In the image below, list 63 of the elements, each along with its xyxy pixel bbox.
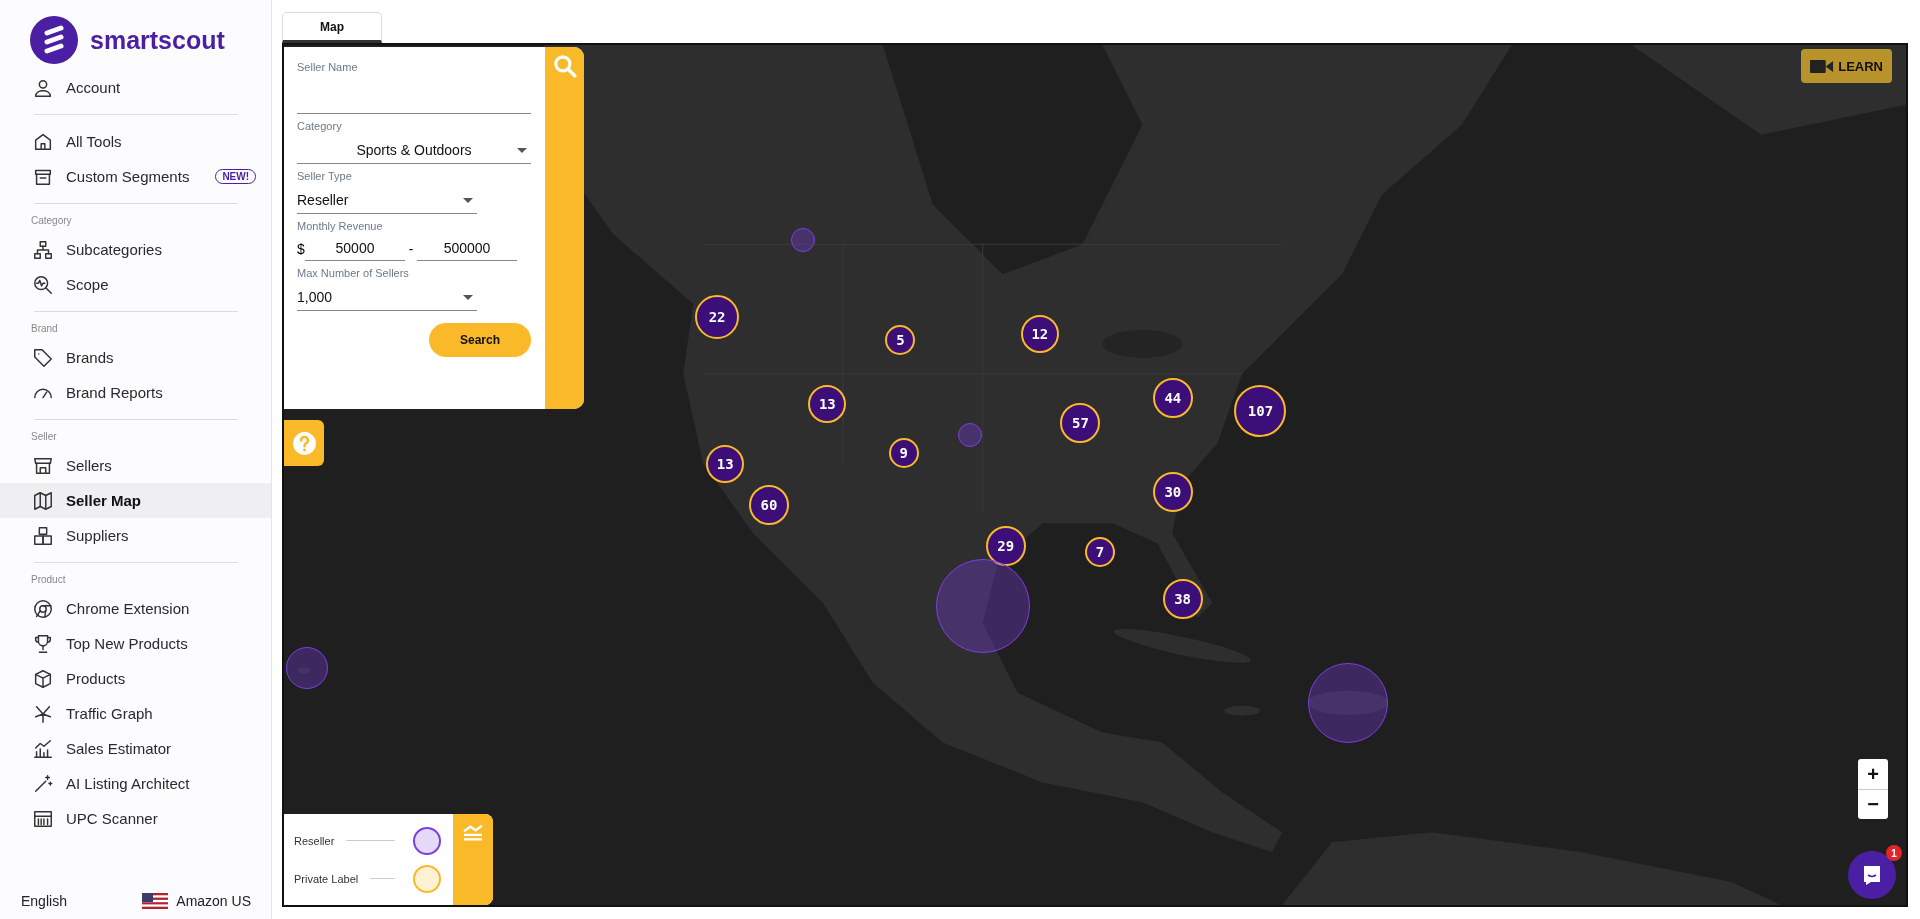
chart-icon (32, 737, 54, 760)
hierarchy-icon (32, 238, 54, 261)
field-label: Seller Name (297, 61, 359, 73)
nav-item[interactable]: All Tools (0, 124, 271, 159)
seller-marker[interactable] (958, 422, 983, 447)
section-heading: Product (30, 573, 67, 587)
category-select[interactable]: Sports & Outdoors (297, 136, 531, 164)
search-button[interactable]: Search (429, 323, 531, 357)
boxes-icon (32, 524, 54, 547)
min-revenue-field[interactable]: 50000 (305, 236, 405, 261)
help-icon (291, 430, 317, 456)
field-label: Category (297, 120, 343, 132)
cube-icon (32, 667, 54, 690)
nav-item[interactable]: Suppliers (0, 518, 271, 553)
wand-icon (32, 772, 54, 795)
max-revenue-field[interactable]: 500000 (417, 236, 517, 261)
nav-item[interactable]: Scope (0, 267, 271, 302)
section-heading: Seller (30, 430, 58, 444)
nav-item[interactable]: Brand Reports (0, 375, 271, 410)
logo-icon (30, 16, 78, 64)
search-icon (32, 273, 54, 296)
learn-button[interactable]: LEARN (1801, 49, 1892, 83)
nav-item[interactable]: Sales Estimator (0, 731, 271, 766)
map-tab[interactable]: Map (282, 12, 382, 43)
seller-marker[interactable] (791, 228, 816, 253)
marketplace-link[interactable]: Amazon US (142, 893, 251, 909)
circle-icon (32, 597, 54, 620)
nav-item[interactable]: Top New Products (0, 626, 271, 661)
currency-symbol: $ (297, 240, 305, 257)
search-icon[interactable] (551, 53, 578, 79)
legend-label: Reseller (294, 834, 335, 847)
field-label: Max Number of Sellers (297, 267, 410, 279)
legend-label: Private Label (294, 872, 359, 885)
zoom-out-button[interactable]: − (1858, 789, 1888, 819)
seller-type-select[interactable]: Reseller (297, 186, 477, 214)
tag-icon (32, 346, 54, 369)
nav-item[interactable]: Traffic Graph (0, 696, 271, 731)
trophy-icon (32, 632, 54, 655)
nav-item[interactable]: UPC Scanner (0, 801, 271, 836)
field-label: Seller Type (297, 170, 353, 182)
nav-item[interactable]: Sellers (0, 448, 271, 483)
nav-item[interactable]: Seller Map (0, 483, 271, 518)
nav-item[interactable]: Custom Segments NEW! (0, 159, 271, 194)
logo-text: smartscout (90, 25, 225, 55)
nav-item[interactable]: Subcategories (0, 232, 271, 267)
nav-item[interactable]: Chrome Extension (0, 591, 271, 626)
nav-item[interactable]: Account (0, 70, 271, 105)
section-heading: Brand (30, 322, 59, 336)
layers-icon[interactable] (462, 824, 484, 842)
help-button[interactable] (284, 420, 324, 466)
video-camera-icon (1810, 57, 1835, 75)
range-separator: - (407, 240, 415, 257)
section-heading: Category (30, 214, 73, 228)
field-label: Monthly Revenue (297, 220, 384, 232)
flag-icon (142, 893, 169, 909)
nav-item[interactable]: AI Listing Architect (0, 766, 271, 801)
nav-item[interactable]: Products (0, 661, 271, 696)
seller-marker[interactable] (285, 646, 328, 689)
map-icon (32, 489, 54, 512)
language-link[interactable]: English (21, 893, 67, 909)
zoom-in-button[interactable]: + (1858, 759, 1888, 789)
max-sellers-select[interactable]: 1,000 (297, 283, 477, 311)
nav-item[interactable]: Brands (0, 340, 271, 375)
